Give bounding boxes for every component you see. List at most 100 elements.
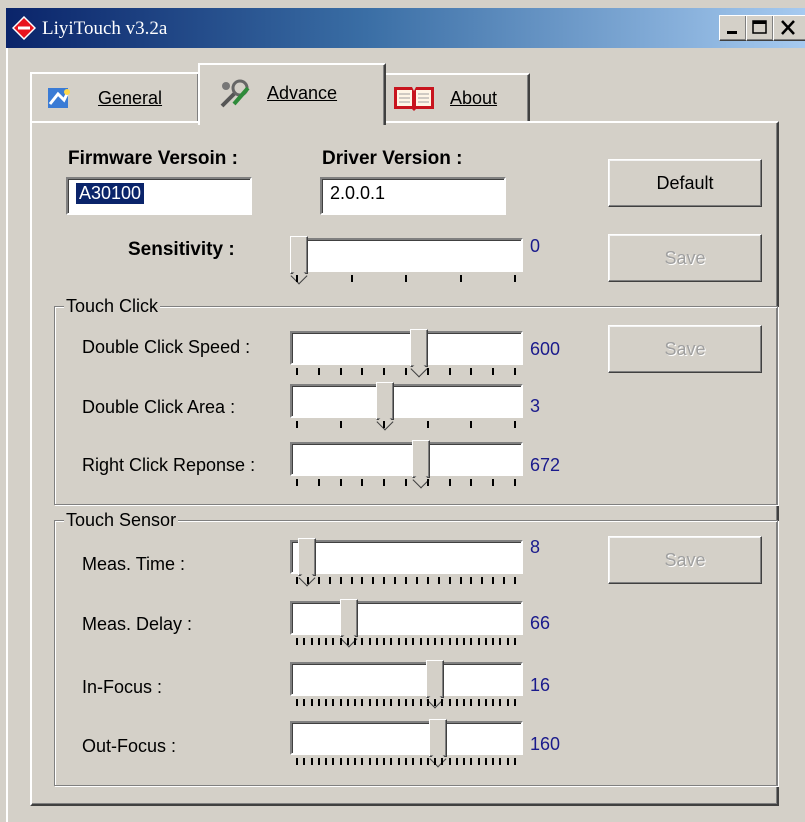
slider-tick (405, 275, 407, 282)
sensitivity-slider-track[interactable] (290, 238, 523, 272)
touch-sensor-save-button[interactable]: Save (608, 536, 762, 584)
slider-tick (492, 699, 495, 706)
double-click-speed-slider-thumb[interactable] (409, 329, 428, 367)
close-icon (781, 20, 795, 35)
slider-tick (499, 758, 502, 765)
slider-tick (448, 368, 451, 375)
meas-time-slider-track[interactable] (290, 540, 523, 574)
slider-tick (514, 699, 516, 706)
slider-tick (514, 421, 516, 428)
slider-tick (470, 421, 473, 428)
slider-tick (339, 638, 342, 645)
default-button[interactable]: Default (608, 159, 762, 207)
minimize-icon (727, 31, 737, 34)
out-focus-slider-track[interactable] (290, 721, 523, 755)
sensitivity-label: Sensitivity : (128, 239, 235, 260)
slider-tick (296, 699, 298, 706)
minimize-button[interactable] (719, 15, 747, 41)
slider-tick (437, 577, 440, 584)
slider-tick (441, 699, 444, 706)
slider-tick (361, 699, 364, 706)
tab-about[interactable]: About (384, 73, 530, 123)
slider-tick (375, 638, 378, 645)
meas-delay-ticks (296, 638, 518, 648)
tab-advance[interactable]: Advance (198, 63, 386, 125)
right-click-response-slider-track[interactable] (290, 442, 523, 476)
in-focus-ticks (296, 699, 518, 709)
slider-tick (455, 638, 458, 645)
close-button[interactable] (773, 15, 805, 41)
slider-tick (426, 577, 429, 584)
slider-tick (296, 479, 298, 486)
slider-tick (499, 638, 502, 645)
slider-tick (317, 479, 320, 486)
slider-tick (383, 421, 386, 428)
meas-time-slider-thumb[interactable] (298, 538, 317, 576)
slider-tick (463, 699, 466, 706)
tab-advance-label: Advance (267, 83, 338, 103)
slider-tick (470, 699, 473, 706)
in-focus-slider-track[interactable] (290, 662, 523, 696)
double-click-area-slider-thumb[interactable] (376, 382, 394, 420)
slider-tick (448, 479, 451, 486)
slider-tick (405, 699, 407, 706)
firmware-version-label: Firmware Versoin : (68, 148, 239, 169)
meas-delay-slider-thumb[interactable] (340, 599, 359, 637)
out-focus-slider-thumb[interactable] (428, 719, 447, 757)
slider-tick (375, 758, 378, 765)
slider-tick (463, 638, 466, 645)
slider-tick (412, 638, 415, 645)
maximize-button[interactable] (746, 15, 774, 41)
slider-tick (405, 577, 407, 584)
slider-tick (477, 638, 480, 645)
touch-click-save-button[interactable]: Save (608, 325, 762, 373)
double-click-area-slider-track[interactable] (290, 384, 523, 418)
slider-tick (419, 699, 422, 706)
slider-tick (296, 577, 298, 584)
slider-tick (306, 577, 309, 584)
sensitivity-save-button[interactable]: Save (608, 234, 762, 282)
double-click-speed-slider-track[interactable] (290, 331, 523, 365)
slider-tick (426, 421, 429, 428)
meas-time-value: 8 (530, 537, 541, 557)
slider-tick (426, 758, 429, 765)
slider-tick (303, 758, 306, 765)
slider-tick (383, 368, 386, 375)
slider-tick (361, 479, 364, 486)
slider-tick (390, 638, 393, 645)
slider-tick (426, 368, 429, 375)
title-bar[interactable]: LiyiTouch v3.2a (6, 8, 805, 48)
firmware-version-field[interactable]: A30100 (66, 177, 252, 215)
slider-tick (317, 638, 320, 645)
meas-delay-value: 66 (530, 613, 551, 633)
right-click-response-label: Right Click Reponse : (82, 455, 256, 475)
sensitivity-ticks (296, 275, 518, 285)
meas-time-label: Meas. Time : (82, 554, 186, 574)
slider-tick (310, 638, 313, 645)
slider-tick (481, 577, 484, 584)
driver-version-field[interactable]: 2.0.0.1 (320, 177, 506, 215)
slider-tick (346, 638, 349, 645)
in-focus-slider-thumb[interactable] (426, 660, 445, 698)
maximize-icon (752, 20, 767, 34)
slider-tick (448, 638, 451, 645)
slider-tick (296, 421, 298, 428)
slider-tick (448, 699, 451, 706)
double-click-area-value: 3 (530, 396, 541, 416)
slider-tick (390, 758, 393, 765)
right-click-response-value: 672 (530, 455, 561, 475)
slider-tick (470, 368, 473, 375)
slider-tick (477, 699, 480, 706)
right-click-response-slider-thumb[interactable] (411, 440, 430, 478)
slider-tick (506, 699, 509, 706)
slider-tick (310, 758, 313, 765)
slider-tick (368, 758, 371, 765)
slider-tick (325, 699, 328, 706)
meas-delay-slider-track[interactable] (290, 601, 523, 635)
sensitivity-slider-thumb[interactable] (290, 236, 308, 274)
slider-tick (412, 758, 415, 765)
tab-general[interactable]: General (30, 72, 200, 123)
slider-tick (492, 368, 495, 375)
slider-tick (503, 577, 506, 584)
slider-tick (448, 577, 451, 584)
